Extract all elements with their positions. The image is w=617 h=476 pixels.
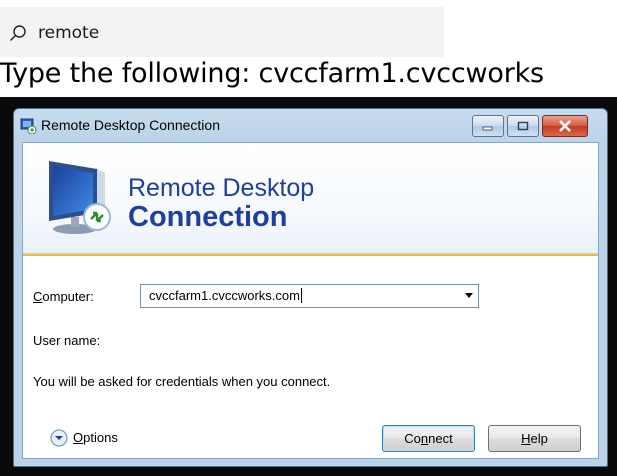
help-button[interactable]: Help bbox=[488, 425, 581, 452]
connect-button[interactable]: Connect bbox=[382, 425, 475, 452]
dialog-client-area: Remote Desktop Connection Computer: cvcc… bbox=[22, 142, 599, 459]
options-expand-icon[interactable] bbox=[50, 429, 68, 447]
credentials-note: You will be asked for credentials when y… bbox=[33, 374, 331, 389]
computer-input-value[interactable]: cvccfarm1.cvccworks.com bbox=[149, 288, 302, 303]
banner-title-line1: Remote Desktop bbox=[128, 174, 315, 202]
options-toggle[interactable]: Options bbox=[73, 430, 118, 445]
banner-title-line2: Connection bbox=[128, 201, 288, 233]
banner: Remote Desktop Connection bbox=[23, 143, 598, 253]
close-icon bbox=[559, 120, 571, 132]
search-icon bbox=[9, 25, 26, 42]
minimize-button[interactable] bbox=[472, 115, 504, 137]
close-button[interactable] bbox=[542, 115, 588, 137]
username-label: User name: bbox=[33, 333, 101, 348]
instruction-text: Type the following: cvccfarm1.cvccworks bbox=[0, 58, 544, 89]
window-backdrop: Remote Desktop Connection Remote Desktop… bbox=[0, 97, 617, 476]
title-bar[interactable]: Remote Desktop Connection bbox=[14, 109, 607, 142]
rdc-app-icon bbox=[20, 118, 37, 134]
maximize-icon bbox=[517, 121, 529, 131]
dropdown-arrow-icon[interactable] bbox=[465, 293, 473, 298]
search-box[interactable]: remote bbox=[0, 7, 444, 57]
minimize-icon bbox=[482, 126, 493, 131]
rdc-window: Remote Desktop Connection Remote Desktop… bbox=[13, 108, 608, 467]
search-query[interactable]: remote bbox=[38, 23, 99, 43]
computer-combobox[interactable]: cvccfarm1.cvccworks.com bbox=[140, 284, 479, 308]
text-cursor bbox=[300, 288, 302, 303]
maximize-button[interactable] bbox=[507, 115, 539, 137]
rdc-logo-icon bbox=[49, 161, 111, 234]
window-title: Remote Desktop Connection bbox=[41, 117, 220, 133]
banner-accent-bar bbox=[23, 253, 598, 256]
computer-label: Computer: bbox=[33, 289, 94, 304]
